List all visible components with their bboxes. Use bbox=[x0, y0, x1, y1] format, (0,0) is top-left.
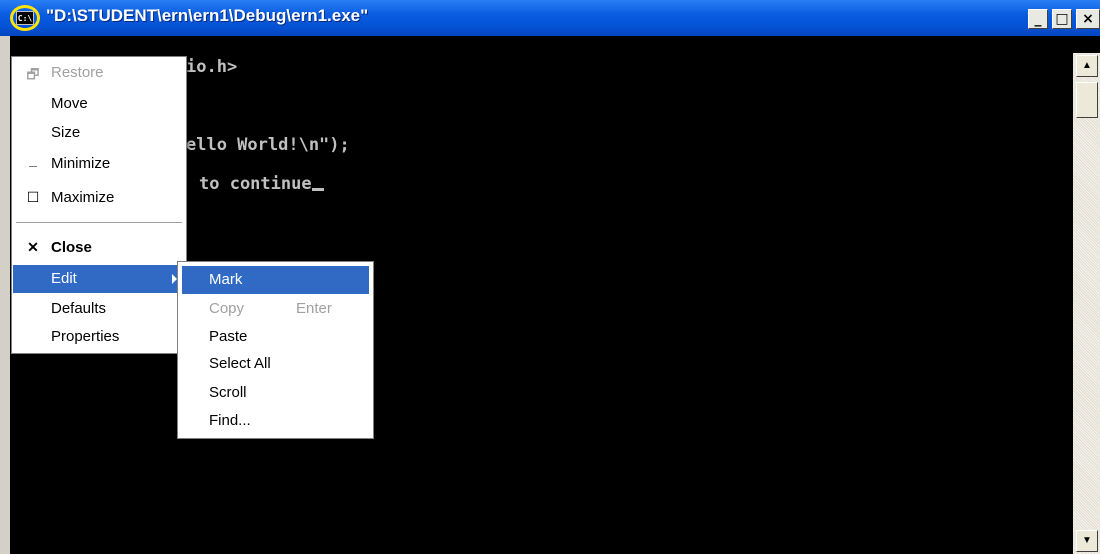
close-icon: ✕ bbox=[27, 239, 39, 255]
menu-item-maximize[interactable]: ☐ Maximize bbox=[13, 184, 185, 212]
menu-separator bbox=[16, 222, 182, 223]
scroll-up-button[interactable]: ▲ bbox=[1076, 55, 1098, 77]
console-line-3: to continue bbox=[199, 174, 312, 194]
submenu-item-select-all[interactable]: Select All bbox=[182, 350, 369, 378]
submenu-item-paste[interactable]: Paste bbox=[182, 323, 369, 351]
edit-submenu: Mark Copy Enter Paste Select All Scroll … bbox=[177, 261, 374, 439]
menu-item-defaults[interactable]: Defaults bbox=[13, 295, 185, 323]
window-title: "D:\STUDENT\ern\ern1\Debug\ern1.exe" bbox=[46, 6, 369, 25]
submenu-item-scroll[interactable]: Scroll bbox=[182, 379, 369, 407]
scrollbar-thumb[interactable] bbox=[1076, 82, 1098, 118]
minimize-button[interactable]: _ bbox=[1028, 9, 1048, 29]
console-line-3-wrap: to continue bbox=[199, 174, 324, 194]
menu-item-close[interactable]: ✕ Close bbox=[13, 234, 185, 262]
console-line-1: io.h> bbox=[186, 57, 238, 77]
copy-shortcut: Enter bbox=[296, 300, 332, 317]
console-window: C:\ "D:\STUDENT\ern\ern1\Debug\ern1.exe"… bbox=[0, 0, 1100, 554]
menu-item-move[interactable]: Move bbox=[13, 90, 185, 118]
menu-item-properties[interactable]: Properties bbox=[13, 323, 185, 351]
restore-icon: 🗗 bbox=[26, 66, 40, 82]
text-cursor bbox=[311, 188, 324, 191]
menu-item-edit[interactable]: Edit bbox=[13, 265, 185, 293]
maximize-icon: ☐ bbox=[26, 189, 40, 205]
vertical-scrollbar-track[interactable] bbox=[1073, 53, 1100, 554]
title-bar[interactable]: C:\ "D:\STUDENT\ern\ern1\Debug\ern1.exe"… bbox=[0, 0, 1100, 36]
maximize-button[interactable]: □ bbox=[1052, 9, 1072, 29]
menu-item-minimize[interactable]: _ Minimize bbox=[13, 150, 185, 178]
menu-item-restore[interactable]: 🗗 Restore bbox=[13, 59, 185, 87]
system-menu: 🗗 Restore Move Size _ Minimize ☐ Maximiz… bbox=[11, 56, 187, 354]
console-app-icon[interactable]: C:\ bbox=[16, 11, 34, 25]
minimize-icon: _ bbox=[29, 152, 37, 168]
scroll-down-button[interactable]: ▼ bbox=[1076, 530, 1098, 552]
close-button[interactable]: × bbox=[1076, 9, 1100, 29]
console-line-2: ello World!\n"); bbox=[186, 135, 350, 155]
submenu-item-copy[interactable]: Copy Enter bbox=[182, 295, 369, 323]
submenu-item-mark[interactable]: Mark bbox=[182, 266, 369, 294]
menu-item-size[interactable]: Size bbox=[13, 119, 185, 147]
window-frame-left bbox=[0, 36, 10, 554]
submenu-item-find[interactable]: Find... bbox=[182, 407, 369, 435]
